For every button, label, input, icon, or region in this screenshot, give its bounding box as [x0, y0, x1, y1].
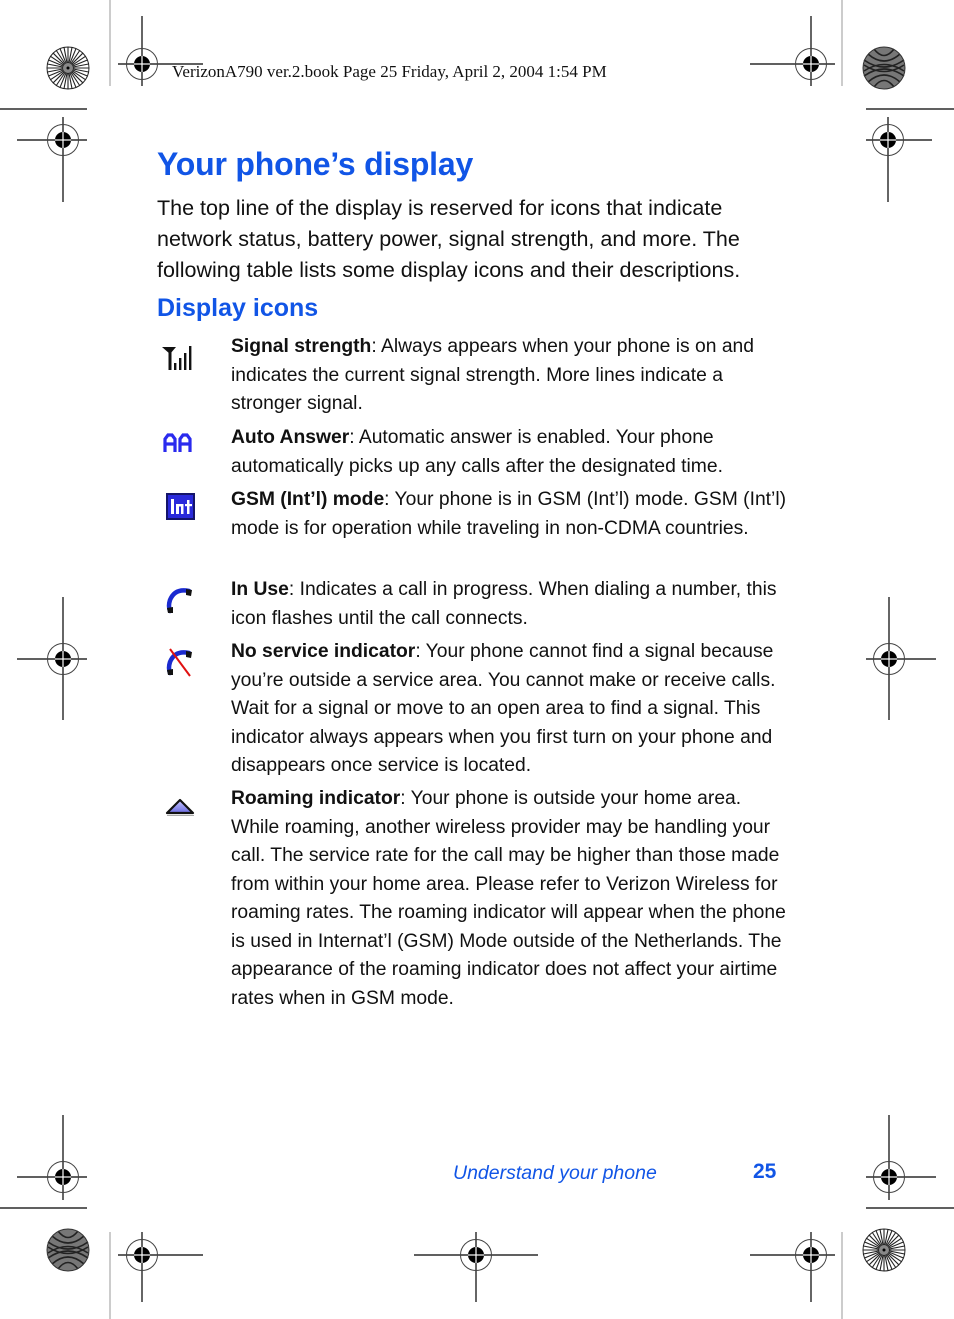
gsm-intl-mode-icon — [166, 493, 196, 526]
signal-strength-icon — [161, 340, 201, 379]
list-item: Roaming indicator: Your phone is outside… — [231, 785, 791, 1013]
term-label: GSM (Int’l) mode — [231, 489, 385, 510]
footer-section-title: Understand your phone — [453, 1162, 657, 1184]
section-title: Display icons — [157, 294, 319, 322]
list-item: Signal strength: Always appears when you… — [231, 333, 791, 419]
term-label: Signal strength — [231, 336, 372, 357]
term-description: : Your phone is outside your home area. … — [231, 788, 786, 1009]
no-service-icon — [165, 648, 195, 683]
list-item: In Use: Indicates a call in progress. Wh… — [231, 576, 791, 633]
term-label: No service indicator — [231, 641, 416, 662]
in-use-phone-icon — [165, 586, 195, 621]
term-description: : Indicates a call in progress. When dia… — [231, 579, 777, 629]
roaming-triangle-icon — [165, 797, 197, 824]
list-item: Auto Answer: Automatic answer is enabled… — [231, 424, 791, 481]
list-item: No service indicator: Your phone cannot … — [231, 638, 791, 781]
term-label: Auto Answer — [231, 427, 350, 448]
auto-answer-icon — [162, 432, 196, 459]
page-number: 25 — [753, 1160, 777, 1183]
list-item: GSM (Int’l) mode: Your phone is in GSM (… — [231, 486, 791, 543]
print-header: VerizonA790 ver.2.book Page 25 Friday, A… — [172, 62, 607, 81]
term-label: Roaming indicator — [231, 788, 401, 809]
intro-paragraph: The top line of the display is reserved … — [157, 196, 741, 282]
page-title: Your phone’s display — [157, 146, 474, 182]
term-label: In Use — [231, 579, 289, 600]
